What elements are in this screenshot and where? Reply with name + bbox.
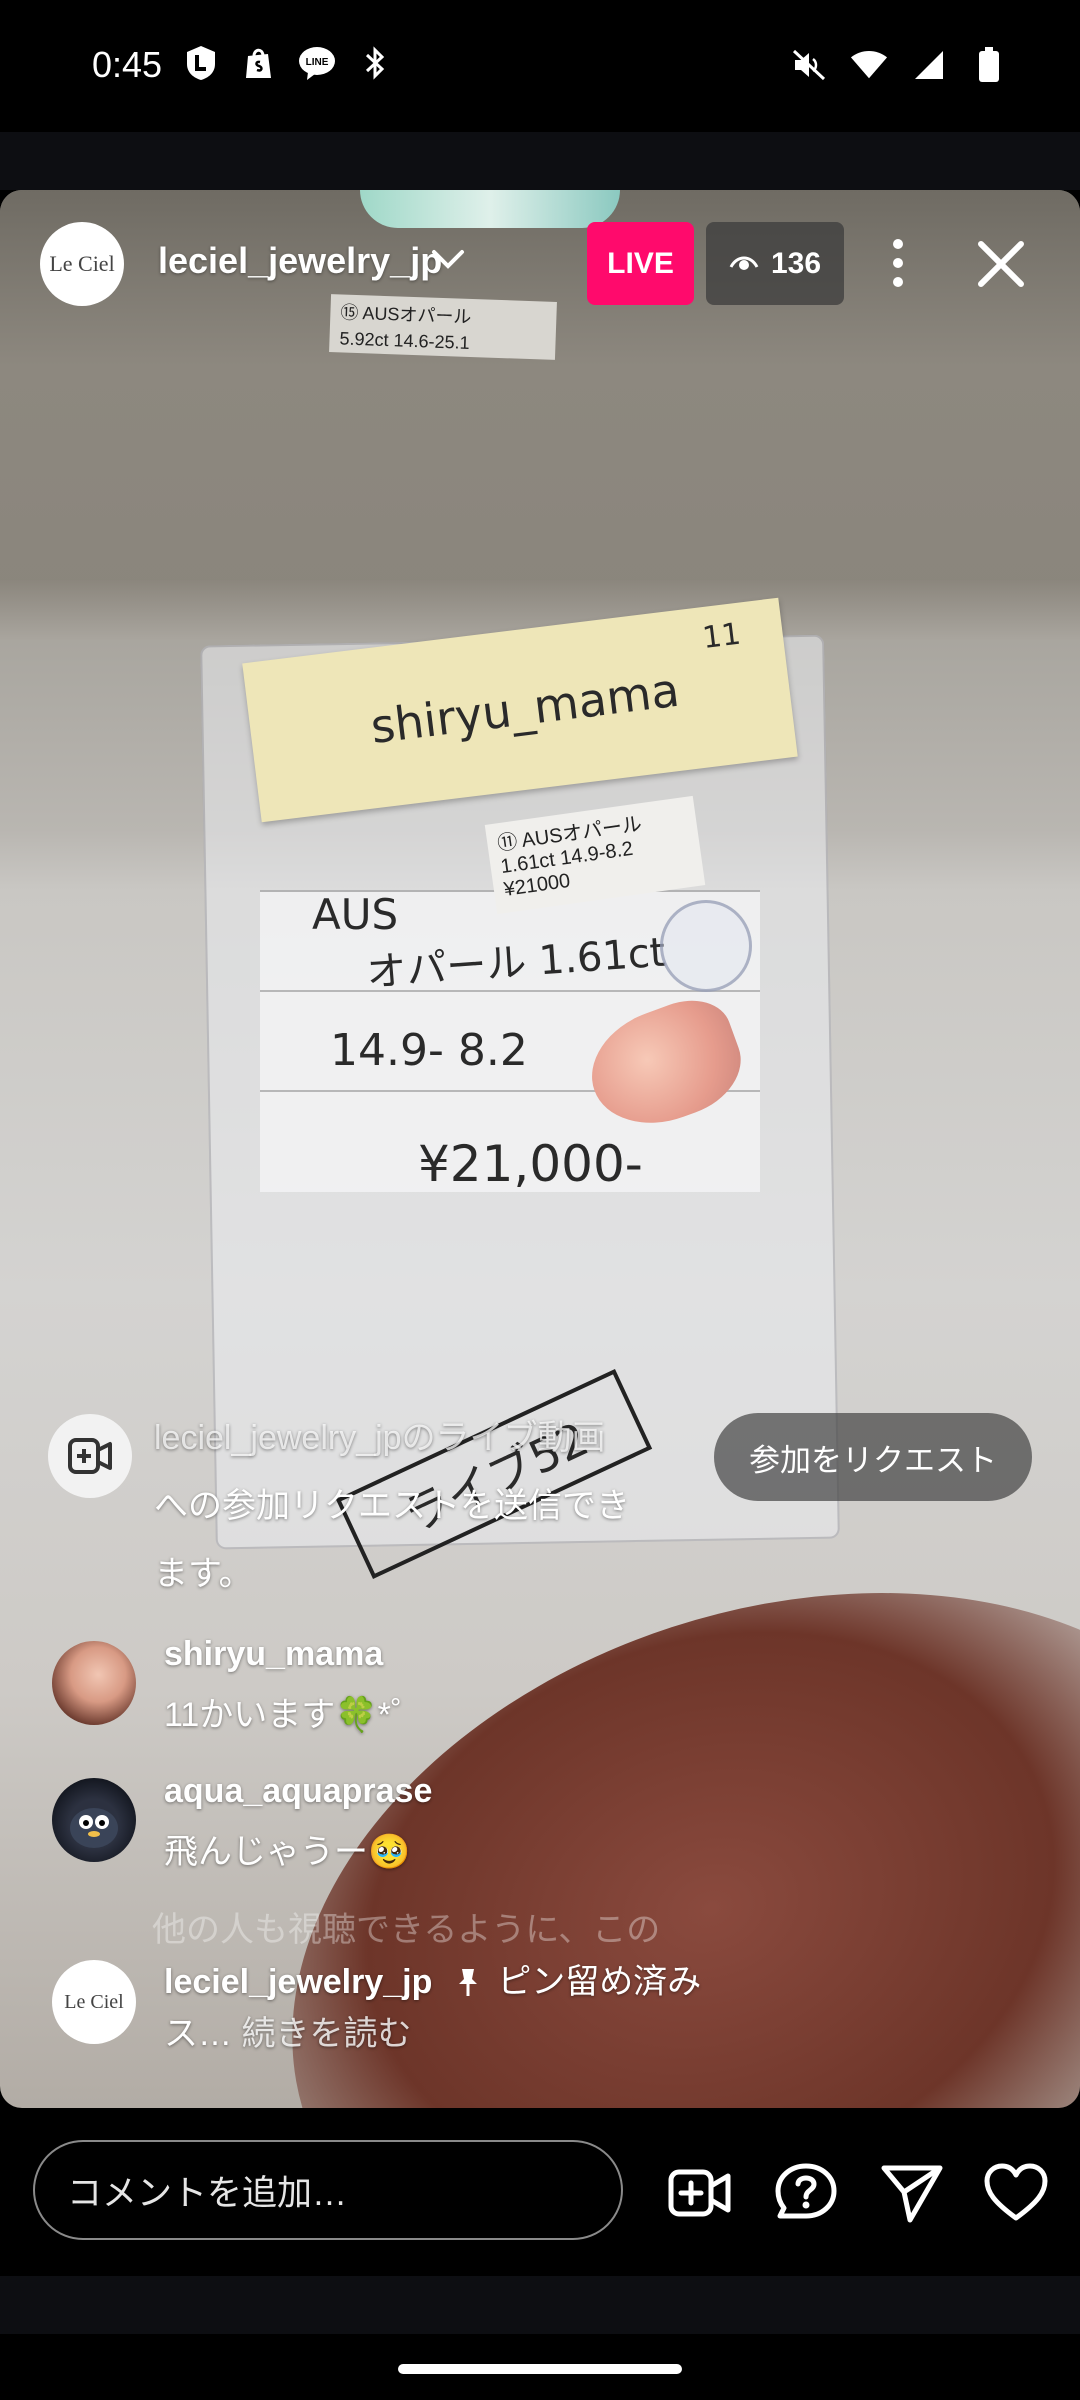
- bluetooth-icon: [356, 44, 394, 82]
- request-to-join-button[interactable]: 参加をリクエスト: [714, 1413, 1032, 1501]
- host-avatar[interactable]: Le Ciel: [40, 222, 124, 306]
- sticky-note-name: shiryu_mama: [367, 662, 683, 755]
- join-request-line1: leciel_jewelry_jpのライブ動画: [154, 1419, 606, 1457]
- eye-icon: [729, 247, 759, 281]
- top-card: ⑮ AUSオパール 5.92ct 14.6-25.1: [329, 294, 557, 360]
- viewer-count-badge[interactable]: 136: [706, 222, 844, 305]
- line-icon: LINE: [298, 44, 336, 82]
- comment-placeholder: コメントを追加…: [67, 2173, 348, 2213]
- gesture-nav-handle[interactable]: [398, 2364, 682, 2374]
- pinned-username: leciel_jewelry_jp ピン留め済み: [164, 1954, 701, 2006]
- join-request-line2: への参加リクエストを送信でき: [154, 1487, 630, 1525]
- sticky-note-number: 11: [700, 616, 743, 657]
- battery-icon: [970, 46, 1008, 84]
- top-spacer: [0, 132, 1080, 190]
- close-icon[interactable]: [975, 238, 1027, 290]
- bottom-spacer: [0, 2276, 1080, 2334]
- live-badge: LIVE: [587, 222, 694, 305]
- pinned-avatar-logo: Le Ciel: [64, 1990, 124, 2013]
- comment-input[interactable]: コメントを追加…: [33, 2140, 623, 2240]
- mute-icon: [790, 46, 828, 84]
- comment-username[interactable]: shiryu_mama: [164, 1635, 383, 1674]
- host-name[interactable]: leciel_jewelry_jp: [158, 240, 442, 282]
- read-more-link[interactable]: 続きを読む: [241, 2015, 411, 2053]
- status-time: 0:45: [92, 44, 163, 85]
- shopify-icon: [240, 44, 278, 82]
- status-bar: 0:45 LINE: [0, 0, 1080, 132]
- avatar[interactable]: Le Ciel: [52, 1960, 136, 2044]
- join-request-message: leciel_jewelry_jpのライブ動画 への参加リクエストを送信でき ま…: [154, 1404, 694, 1608]
- viewer-count: 136: [770, 246, 822, 280]
- svg-text:LINE: LINE: [306, 57, 329, 68]
- pinned-text: ス…: [164, 2015, 232, 2053]
- opal-stone-top: [360, 190, 620, 228]
- comment-username[interactable]: aqua_aquaprase: [164, 1772, 432, 1811]
- pin-icon: [456, 1967, 480, 2006]
- chevron-down-icon[interactable]: [430, 246, 466, 279]
- comment-text: 11かいます🍀*゜: [164, 1696, 425, 1734]
- faded-comment-text: 他の人も視聴できるように、この: [152, 1911, 661, 1949]
- host-avatar-logo: Le Ciel: [49, 251, 115, 276]
- add-video-guest-icon[interactable]: [668, 2162, 732, 2224]
- handwritten-size: 14.9- 8.2: [330, 1025, 528, 1076]
- avatar[interactable]: [52, 1641, 136, 1725]
- join-request-line3: ます。: [154, 1555, 253, 1593]
- pinned-label: ピン留め済み: [497, 1963, 702, 2001]
- l-app-icon: [182, 44, 220, 82]
- more-options-icon[interactable]: [878, 230, 918, 296]
- comment-text: 飛んじゃうー🥹: [164, 1833, 411, 1871]
- handwritten-aus: AUS: [312, 890, 399, 939]
- live-video[interactable]: ⑮ AUSオパール 5.92ct 14.6-25.1 shiryu_mama 1…: [0, 190, 1080, 2108]
- handwritten-price: ¥21,000-: [418, 1135, 643, 1193]
- heart-icon[interactable]: [984, 2162, 1048, 2224]
- avatar[interactable]: [52, 1778, 136, 1862]
- share-icon[interactable]: [880, 2162, 944, 2224]
- opal-lens: [660, 900, 752, 992]
- pinned-username-text[interactable]: leciel_jewelry_jp: [164, 1963, 432, 2001]
- video-request-icon: [48, 1414, 132, 1498]
- question-icon[interactable]: [774, 2162, 838, 2224]
- signal-icon: [910, 46, 948, 84]
- wifi-icon: [850, 46, 888, 84]
- pinned-comment-text: ス… 続きを読む: [164, 2006, 411, 2055]
